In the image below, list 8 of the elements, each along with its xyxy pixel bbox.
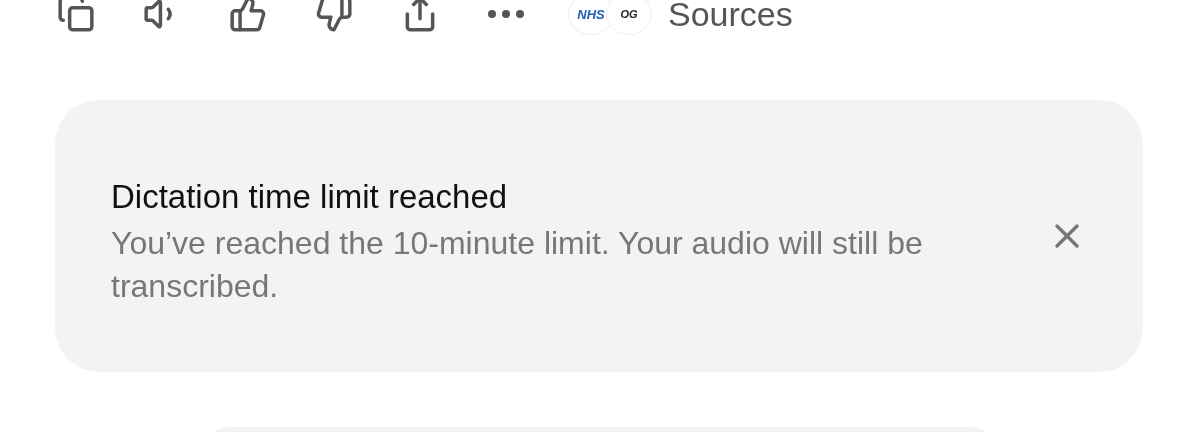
thumbs-up-icon: [229, 0, 267, 33]
notice-message: You’ve reached the 10-minute limit. Your audio will still be transcribed.: [111, 223, 924, 306]
more-icon: [488, 10, 524, 18]
thumbs-down-icon: [315, 0, 353, 33]
source-logo: OG: [606, 0, 652, 35]
copy-icon: [57, 0, 95, 33]
sources-button[interactable]: NHS OG Sources: [568, 0, 793, 35]
notice-title: Dictation time limit reached: [111, 177, 509, 216]
